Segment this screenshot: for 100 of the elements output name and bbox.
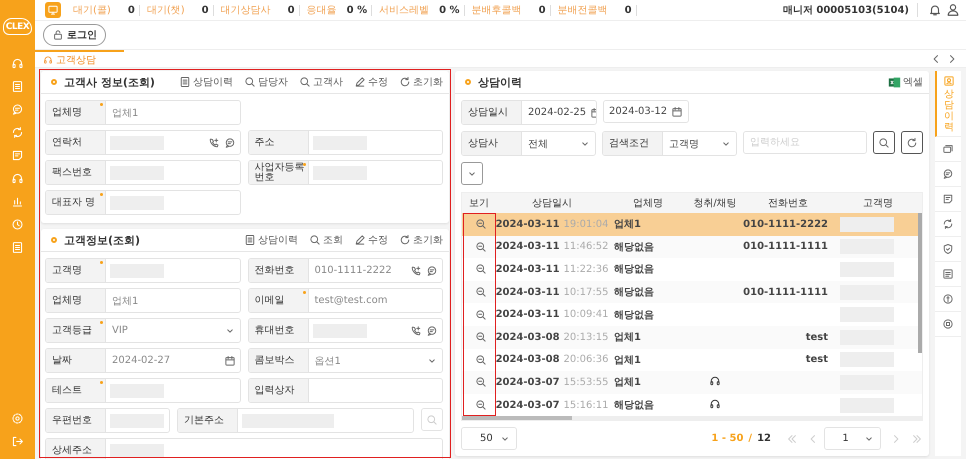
table-cell: 2024-03-11 bbox=[496, 286, 560, 298]
toolbar-button[interactable]: 고객사 bbox=[299, 75, 343, 89]
view-button[interactable] bbox=[475, 286, 487, 298]
field-label: 날짜 bbox=[46, 349, 106, 372]
field-value[interactable]: 2024-02-27 bbox=[110, 355, 170, 366]
scrollbar[interactable] bbox=[918, 213, 922, 353]
view-button[interactable] bbox=[475, 240, 487, 253]
stat-label: 대기(챗) bbox=[146, 4, 185, 17]
field-label: 상담일시 bbox=[462, 101, 522, 124]
page-select[interactable]: 1 bbox=[824, 427, 881, 450]
required-mark bbox=[302, 291, 306, 294]
table-cell: 2024-03-08 bbox=[496, 354, 560, 366]
page-size-select[interactable]: 50 bbox=[461, 427, 517, 450]
field-label: 상세주소 bbox=[46, 439, 106, 459]
field-label: 사업자등록번호 bbox=[248, 161, 308, 184]
toolbar-button[interactable]: 상담이력 bbox=[244, 233, 298, 247]
required-mark bbox=[100, 321, 103, 324]
field-label: 입력상자 bbox=[248, 379, 308, 402]
notification-button[interactable] bbox=[928, 3, 942, 17]
profile-button[interactable] bbox=[946, 3, 960, 17]
date-field[interactable]: 2024-03-12 bbox=[603, 100, 689, 123]
page-range: 1 - 50 bbox=[711, 433, 744, 444]
field-value[interactable]: VIP bbox=[110, 325, 128, 336]
expand-button[interactable] bbox=[461, 162, 483, 185]
view-button[interactable] bbox=[475, 354, 487, 366]
chat-icon bbox=[224, 136, 236, 148]
toolbar-button[interactable]: 조회 bbox=[309, 233, 343, 247]
select-value[interactable]: 전체 bbox=[526, 136, 548, 150]
date-value[interactable]: 2024-02-25 bbox=[526, 107, 586, 118]
stat-value: 0 bbox=[532, 4, 551, 16]
zoom-icon bbox=[475, 399, 487, 412]
sync-icon bbox=[942, 218, 954, 230]
view-button[interactable] bbox=[475, 376, 487, 388]
table-cell: 2024-03-11 bbox=[496, 309, 560, 320]
sync-icon bbox=[11, 126, 24, 139]
field-value[interactable]: 업체1 bbox=[110, 294, 138, 308]
table-cell-text: 해당없음 bbox=[614, 263, 654, 276]
settings-icon bbox=[11, 412, 24, 425]
view-button[interactable] bbox=[475, 218, 487, 230]
stop-icon bbox=[942, 318, 954, 330]
toolbar-button[interactable]: 담당자 bbox=[244, 75, 288, 89]
zoom-icon bbox=[475, 240, 487, 253]
double-left-icon bbox=[786, 432, 798, 445]
stat-label: 대기(콜) bbox=[73, 4, 111, 17]
bell-icon bbox=[928, 3, 942, 17]
table-row[interactable]: 2024-03-07 15:16:11 해당없음 bbox=[462, 394, 922, 416]
search-button[interactable] bbox=[873, 131, 895, 154]
refresh-button[interactable] bbox=[901, 131, 923, 154]
toolbar-button[interactable]: 수정 bbox=[354, 75, 388, 89]
field-value[interactable]: test@test.com bbox=[312, 295, 388, 306]
required-mark bbox=[100, 261, 103, 264]
monitor-icon bbox=[47, 4, 59, 16]
field-label: 상담사 bbox=[462, 132, 522, 155]
table-cell: 2024-03-11 bbox=[496, 218, 560, 230]
chat-icon bbox=[426, 264, 438, 276]
excel-button[interactable]: 엑셀 bbox=[888, 75, 923, 89]
field-label: 업체명 bbox=[46, 101, 106, 124]
view-button[interactable] bbox=[475, 399, 487, 412]
login-button[interactable]: 로그인 bbox=[43, 24, 106, 46]
field-label: 고객명 bbox=[46, 259, 106, 282]
phone-icon bbox=[410, 264, 422, 276]
view-button[interactable] bbox=[475, 263, 487, 276]
doc-icon bbox=[244, 234, 256, 246]
table-cell: 15:53:55 bbox=[564, 376, 608, 388]
stat-label: 응대율 bbox=[306, 4, 337, 17]
stat-value: 0 bbox=[120, 4, 140, 16]
refresh-icon bbox=[906, 136, 918, 148]
toolbar-button[interactable]: 초기화 bbox=[399, 233, 443, 247]
table-cell: 010-1111-1111 bbox=[743, 286, 828, 298]
zoom-icon bbox=[475, 331, 487, 344]
view-button[interactable] bbox=[475, 308, 487, 321]
search-icon bbox=[426, 414, 438, 426]
table-cell: 19:01:04 bbox=[564, 218, 608, 230]
table-cell: 2024-03-07 bbox=[496, 400, 560, 411]
section-title: 상담이력 bbox=[478, 74, 522, 90]
field-value[interactable]: 옵션1 bbox=[312, 354, 341, 368]
toolbar-button[interactable]: 초기화 bbox=[399, 75, 443, 89]
scrollbar[interactable] bbox=[462, 416, 922, 420]
table-row[interactable]: 2024-03-08 20:06:36 업체1 test bbox=[462, 348, 922, 372]
table-cell-text: 해당없음 bbox=[614, 308, 654, 322]
zoom-icon bbox=[475, 308, 487, 321]
spreadsheet-icon bbox=[888, 76, 901, 88]
stat-value: 0 % bbox=[439, 4, 465, 16]
field-value[interactable]: 업체1 bbox=[110, 106, 138, 120]
memo-icon bbox=[942, 193, 954, 205]
calendar-icon bbox=[224, 354, 236, 366]
stat-label: 분배후콜백 bbox=[472, 4, 522, 17]
field-value[interactable]: 010-1111-2222 bbox=[312, 265, 392, 276]
toolbar-button[interactable]: 수정 bbox=[354, 233, 388, 247]
view-button[interactable] bbox=[475, 331, 487, 344]
stat-value: 0 % bbox=[346, 4, 372, 16]
select-value[interactable]: 고객명 bbox=[667, 136, 699, 150]
table-row[interactable]: 2024-03-11 11:22:36 해당없음 bbox=[462, 258, 922, 281]
table-row[interactable]: 2024-03-07 15:53:55 업체1 bbox=[462, 371, 922, 394]
toolbar-button[interactable]: 상담이력 bbox=[179, 75, 233, 89]
headset-icon bbox=[709, 398, 721, 410]
refresh-icon bbox=[399, 234, 411, 246]
table-row[interactable]: 2024-03-11 10:09:41 해당없음 bbox=[462, 303, 922, 326]
stat-value: 0 bbox=[280, 4, 300, 16]
table-cell-text: 업체1 bbox=[614, 354, 641, 367]
